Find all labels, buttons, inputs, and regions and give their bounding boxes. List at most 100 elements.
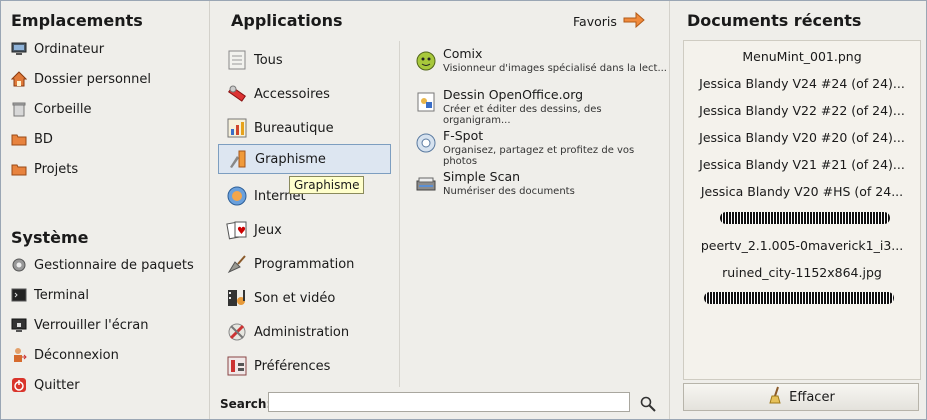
recent-document-item[interactable]: MenuMint_001.png	[684, 49, 920, 64]
trowel-icon	[226, 253, 248, 275]
category-label: Tous	[254, 52, 283, 68]
app-description: Numériser des documents	[443, 186, 575, 197]
column-divider	[399, 41, 400, 387]
category-preferences[interactable]: Préférences	[218, 351, 390, 381]
place-projets[interactable]: Projets	[11, 158, 78, 180]
category-all[interactable]: Tous	[218, 45, 390, 75]
openoffice-draw-icon	[415, 91, 437, 113]
category-label: Programmation	[254, 256, 355, 272]
app-name: F-Spot	[443, 128, 484, 143]
system-terminal[interactable]: Terminal	[11, 284, 89, 306]
category-office[interactable]: Bureautique	[218, 113, 390, 143]
place-bd[interactable]: BD	[11, 128, 53, 150]
recent-document-item[interactable]: Jessica Blandy V20 #20 (of 24)...	[684, 130, 920, 145]
category-label: Administration	[254, 324, 350, 340]
search-label: Search:	[220, 397, 272, 411]
folder-icon	[11, 131, 27, 147]
clear-recent-button[interactable]: Effacer	[683, 383, 919, 411]
recent-document-item[interactable]: ruined_city-1152x864.jpg	[684, 265, 920, 280]
category-multimedia[interactable]: Son et vidéo	[218, 283, 390, 313]
place-label: Ordinateur	[34, 41, 105, 57]
category-label: Jeux	[254, 222, 282, 238]
recent-documents-title: Documents récents	[687, 11, 862, 30]
recent-document-item[interactable]: Jessica Blandy V22 #22 (of 24)...	[684, 103, 920, 118]
lock-screen-icon	[11, 317, 27, 333]
recent-documents-list: MenuMint_001.png Jessica Blandy V24 #24 …	[683, 40, 921, 380]
app-fspot[interactable]: F-Spot Organisez, partagez et profitez d…	[415, 128, 669, 167]
app-name: Dessin OpenOffice.org	[443, 87, 584, 102]
system-label: Terminal	[34, 287, 89, 303]
app-openoffice-draw[interactable]: Dessin OpenOffice.org Créer et éditer de…	[415, 87, 669, 126]
places-panel: Emplacements Ordinateur Dossier personne…	[1, 1, 210, 419]
app-name: Simple Scan	[443, 169, 521, 184]
system-label: Quitter	[34, 377, 80, 393]
all-apps-icon	[226, 49, 248, 71]
place-label: Corbeille	[34, 101, 92, 117]
category-label: Graphisme	[255, 151, 326, 167]
category-label: Son et vidéo	[254, 290, 336, 306]
place-home[interactable]: Dossier personnel	[10, 68, 152, 90]
applications-title: Applications	[231, 11, 343, 30]
terminal-icon	[11, 287, 27, 303]
category-accessories[interactable]: Accessoires	[218, 79, 390, 109]
app-description: Organisez, partagez et profitez de vos p…	[443, 145, 635, 167]
app-comix[interactable]: Comix Visionneur d'images spécialisé dan…	[415, 46, 667, 74]
broom-icon	[767, 386, 783, 408]
favorites-button[interactable]: Favoris	[573, 11, 645, 31]
recent-document-item[interactable]: peertv_2.1.005-0maverick1_i3...	[684, 238, 920, 253]
admin-tools-icon	[226, 321, 248, 343]
svg-text:♥: ♥	[237, 226, 246, 237]
system-quit[interactable]: Quitter	[11, 374, 80, 396]
places-title: Emplacements	[11, 11, 143, 30]
category-label: Préférences	[254, 358, 331, 374]
category-tooltip: Graphisme	[289, 176, 365, 194]
search-input[interactable]	[268, 392, 630, 412]
accessories-icon	[226, 83, 248, 105]
category-label: Bureautique	[254, 120, 334, 136]
place-trash[interactable]: Corbeille	[11, 98, 91, 120]
favorites-label: Favoris	[573, 14, 617, 29]
recent-document-item[interactable]: Jessica Blandy V20 #HS (of 24...	[684, 184, 920, 199]
redacted-document-item[interactable]	[720, 212, 890, 224]
app-name: Comix	[443, 46, 483, 61]
system-logout[interactable]: Déconnexion	[11, 344, 119, 366]
category-graphics[interactable]: Graphisme	[218, 144, 391, 174]
system-title: Système	[11, 228, 89, 247]
computer-icon	[11, 41, 27, 57]
home-folder-icon	[10, 71, 28, 87]
system-label: Déconnexion	[34, 347, 119, 363]
clear-label: Effacer	[789, 389, 835, 405]
app-simple-scan[interactable]: Simple Scan Numériser des documents	[415, 169, 575, 197]
place-label: Projets	[34, 161, 79, 177]
internet-globe-icon	[226, 185, 248, 207]
folder-icon	[11, 161, 27, 177]
arrow-right-icon	[623, 11, 645, 31]
category-administration[interactable]: Administration	[218, 317, 390, 347]
system-package-manager[interactable]: Gestionnaire de paquets	[11, 254, 194, 276]
fspot-icon	[415, 132, 437, 154]
menu-window: Emplacements Ordinateur Dossier personne…	[0, 0, 927, 420]
place-label: Dossier personnel	[34, 71, 152, 87]
office-icon	[226, 117, 248, 139]
recent-document-item[interactable]: Jessica Blandy V24 #24 (of 24)...	[684, 76, 920, 91]
app-description: Créer et éditer des dessins, des organig…	[443, 104, 602, 126]
graphics-icon	[227, 148, 249, 170]
multimedia-icon	[226, 287, 248, 309]
redacted-document-item[interactable]	[704, 292, 894, 304]
preferences-icon	[226, 355, 248, 377]
app-description: Visionneur d'images spécialisé dans la l…	[443, 63, 667, 74]
scanner-icon	[415, 173, 437, 195]
recent-documents-panel: Documents récents MenuMint_001.png Jessi…	[669, 1, 927, 419]
trash-icon	[11, 101, 27, 117]
category-games[interactable]: ♥ Jeux	[218, 215, 390, 245]
place-label: BD	[34, 131, 53, 147]
system-lock-screen[interactable]: Verrouiller l'écran	[11, 314, 148, 336]
comix-icon	[415, 50, 437, 72]
recent-document-item[interactable]: Jessica Blandy V21 #21 (of 24)...	[684, 157, 920, 172]
search-icon[interactable]	[640, 396, 656, 412]
category-programming[interactable]: Programmation	[218, 249, 390, 279]
place-computer[interactable]: Ordinateur	[11, 38, 104, 60]
system-label: Gestionnaire de paquets	[34, 257, 194, 273]
applications-panel: Applications Favoris Tous Accessoires Bu…	[210, 1, 669, 419]
category-label: Accessoires	[254, 86, 330, 102]
